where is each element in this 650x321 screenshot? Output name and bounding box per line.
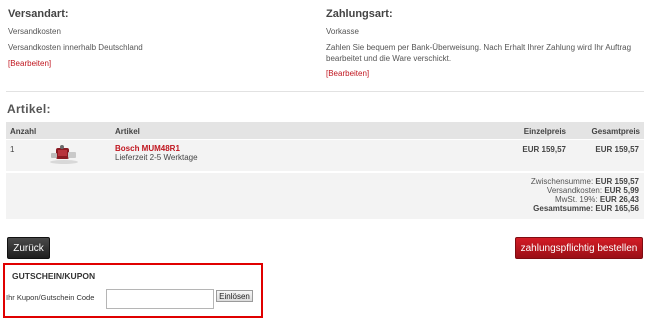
grand-total-row: Gesamtsumme: EUR 165,56 (430, 204, 639, 213)
tax-label: MwSt. 19%: (554, 195, 598, 204)
payment-method: Vorkasse (326, 27, 359, 36)
shipping-cost-value: EUR 5,99 (604, 186, 639, 195)
edit-shipping-link[interactable]: [Bearbeiten] (8, 59, 51, 68)
subtotal-row: Zwischensumme: EUR 159,57 (430, 177, 639, 186)
edit-payment-link[interactable]: [Bearbeiten] (326, 69, 369, 78)
grand-total-value: EUR 165,56 (595, 204, 639, 213)
column-quantity: Anzahl (10, 127, 37, 136)
item-quantity: 1 (10, 145, 15, 154)
coupon-title: GUTSCHEIN/KUPON (12, 271, 96, 281)
delivery-time: Lieferzeit 2-5 Werktage (115, 153, 198, 162)
payment-title: Zahlungsart: (326, 8, 393, 20)
subtotal-value: EUR 159,57 (595, 177, 639, 186)
item-unit-price: EUR 159,57 (522, 145, 566, 154)
product-name-link[interactable]: Bosch MUM48R1 (115, 144, 180, 153)
item-total-price: EUR 159,57 (595, 145, 639, 154)
coupon-label: Ihr Kupon/Gutschein Code (6, 293, 95, 302)
column-article: Artikel (115, 127, 140, 136)
back-button[interactable]: Zurück (7, 237, 50, 259)
column-unit-price: Einzelpreis (523, 127, 566, 136)
shipping-cost-label: Versandkosten: (546, 186, 603, 195)
column-total-price: Gesamtpreis (591, 127, 640, 136)
payment-description-line1: Zahlen Sie bequem per Bank-Überweisung. … (326, 43, 632, 52)
tax-value: EUR 26,43 (599, 195, 639, 204)
coupon-code-input[interactable] (106, 289, 214, 309)
articles-title: Artikel: (7, 102, 51, 116)
product-thumbnail[interactable] (48, 143, 80, 165)
divider (6, 91, 644, 92)
tax-row: MwSt. 19%: EUR 26,43 (430, 195, 639, 204)
shipping-description: Versandkosten innerhalb Deutschland (8, 43, 143, 52)
redeem-coupon-button[interactable]: Einlösen (216, 290, 253, 302)
grand-total-label: Gesamtsumme: (533, 204, 594, 213)
payment-description: Zahlen Sie bequem per Bank-Überweisung. … (326, 42, 646, 64)
payment-description-line2: bearbeitet und die Ware verschickt. (326, 54, 452, 63)
place-order-button[interactable]: zahlungspflichtig bestellen (515, 237, 643, 259)
shipping-title: Versandart: (8, 8, 69, 20)
shipping-method: Versandkosten (8, 27, 61, 36)
subtotal-label: Zwischensumme: (530, 177, 594, 186)
shipping-cost-row: Versandkosten: EUR 5,99 (430, 186, 639, 195)
order-totals: Zwischensumme: EUR 159,57 Versandkosten:… (430, 177, 639, 213)
